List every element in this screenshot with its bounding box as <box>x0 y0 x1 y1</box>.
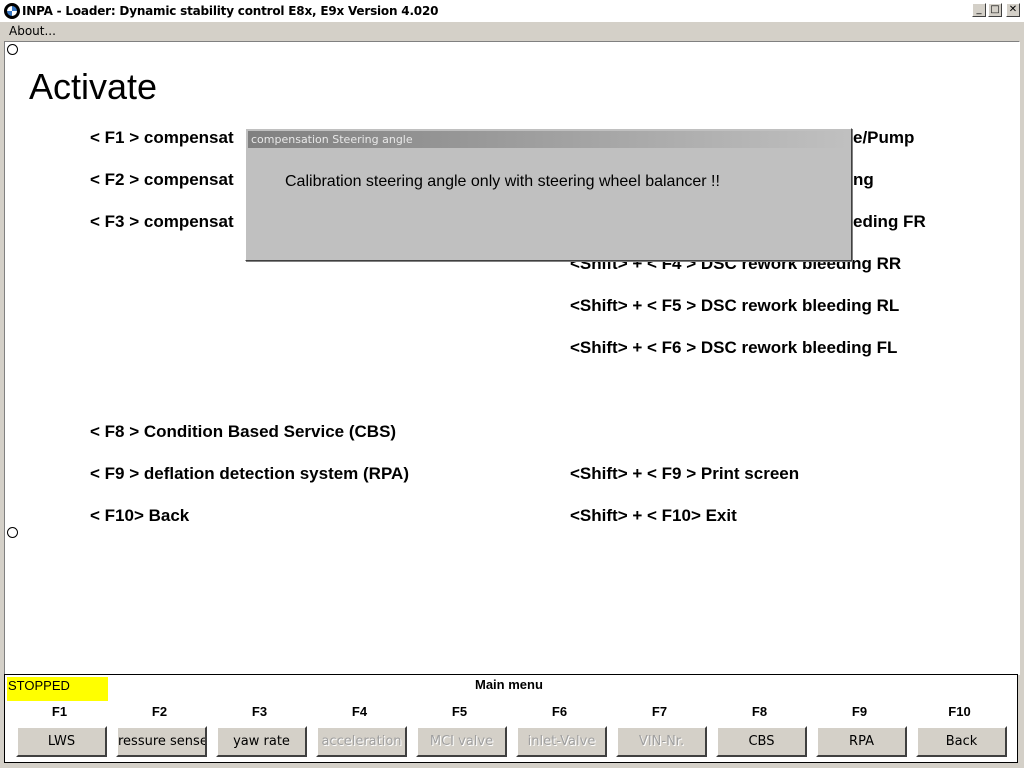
fkey-label-f1: F1 <box>51 704 68 719</box>
fkey-label-f3: F3 <box>251 704 268 719</box>
minimize-button[interactable]: _ <box>972 3 986 17</box>
inlet-valve-button[interactable]: inlet-Valve <box>516 726 607 757</box>
menu-line-f8: < F8 > Condition Based Service (CBS) <box>90 422 397 441</box>
page-title: Activate <box>29 66 158 107</box>
fkey-label-f10: F10 <box>948 704 971 719</box>
lws-button[interactable]: LWS <box>16 726 107 757</box>
dialog-title[interactable]: compensation Steering angle <box>248 131 849 148</box>
menu-line-shift-f10: <Shift> + < F10> Exit <box>570 506 737 525</box>
menu-bar: About... <box>0 22 1024 40</box>
vin-nr-button[interactable]: VIN-Nr. <box>616 726 707 757</box>
back-button[interactable]: Back <box>916 726 1007 757</box>
menu-line-f1: < F1 > compensat <box>90 128 234 147</box>
menu-line-shift-f1: e/Pump <box>853 128 915 147</box>
maximize-button[interactable]: □ <box>988 3 1002 17</box>
fkey-label-f8: F8 <box>751 704 768 719</box>
menu-line-f10: < F10> Back <box>90 506 190 525</box>
close-button[interactable]: ✕ <box>1006 3 1020 17</box>
window-controls: _ □ ✕ <box>972 3 1020 17</box>
status-badge: STOPPED <box>7 677 108 701</box>
menu-line-shift-f2: ng <box>853 170 874 189</box>
rpa-button[interactable]: RPA <box>816 726 907 757</box>
menu-about[interactable]: About... <box>9 24 56 38</box>
menu-line-shift-f3: eding FR <box>853 212 926 231</box>
fkey-label-f5: F5 <box>451 704 468 719</box>
mci-valve-button[interactable]: MCI valve <box>416 726 507 757</box>
menu-line-f3: < F3 > compensat <box>90 212 234 231</box>
bmw-logo-icon[interactable] <box>4 3 20 19</box>
fkey-label-f9: F9 <box>851 704 868 719</box>
menu-title: Main menu <box>475 677 543 692</box>
window-title: INPA - Loader: Dynamic stability control… <box>22 4 439 18</box>
menu-line-shift-f9: <Shift> + < F9 > Print screen <box>570 464 800 483</box>
menu-line-f2: < F2 > compensat <box>90 170 234 189</box>
fkey-label-f7: F7 <box>651 704 668 719</box>
yaw-rate-button[interactable]: yaw rate <box>216 726 307 757</box>
acceleration-button[interactable]: acceleration <box>316 726 407 757</box>
radio-bottom-icon[interactable] <box>7 527 18 538</box>
title-bar: INPA - Loader: Dynamic stability control… <box>0 0 1024 23</box>
fkey-label-f2: F2 <box>151 704 168 719</box>
cbs-button[interactable]: CBS <box>716 726 807 757</box>
pressure-sensor-button[interactable]: ressure sense <box>116 726 207 757</box>
fkey-label-f6: F6 <box>551 704 568 719</box>
message-dialog[interactable]: compensation Steering angle Calibration … <box>245 128 852 261</box>
menu-line-shift-f6: <Shift> + < F6 > DSC rework bleeding FL <box>570 338 898 357</box>
dialog-message: Calibration steering angle only with ste… <box>285 173 720 190</box>
menu-line-shift-f5: <Shift> + < F5 > DSC rework bleeding RL <box>570 296 900 315</box>
menu-line-f9: < F9 > deflation detection system (RPA) <box>90 464 409 483</box>
fkey-label-f4: F4 <box>351 704 368 719</box>
radio-top-icon[interactable] <box>7 44 18 55</box>
function-key-panel: STOPPED Main menu F1 F2 F3 F4 F5 F6 F7 F… <box>4 674 1018 763</box>
